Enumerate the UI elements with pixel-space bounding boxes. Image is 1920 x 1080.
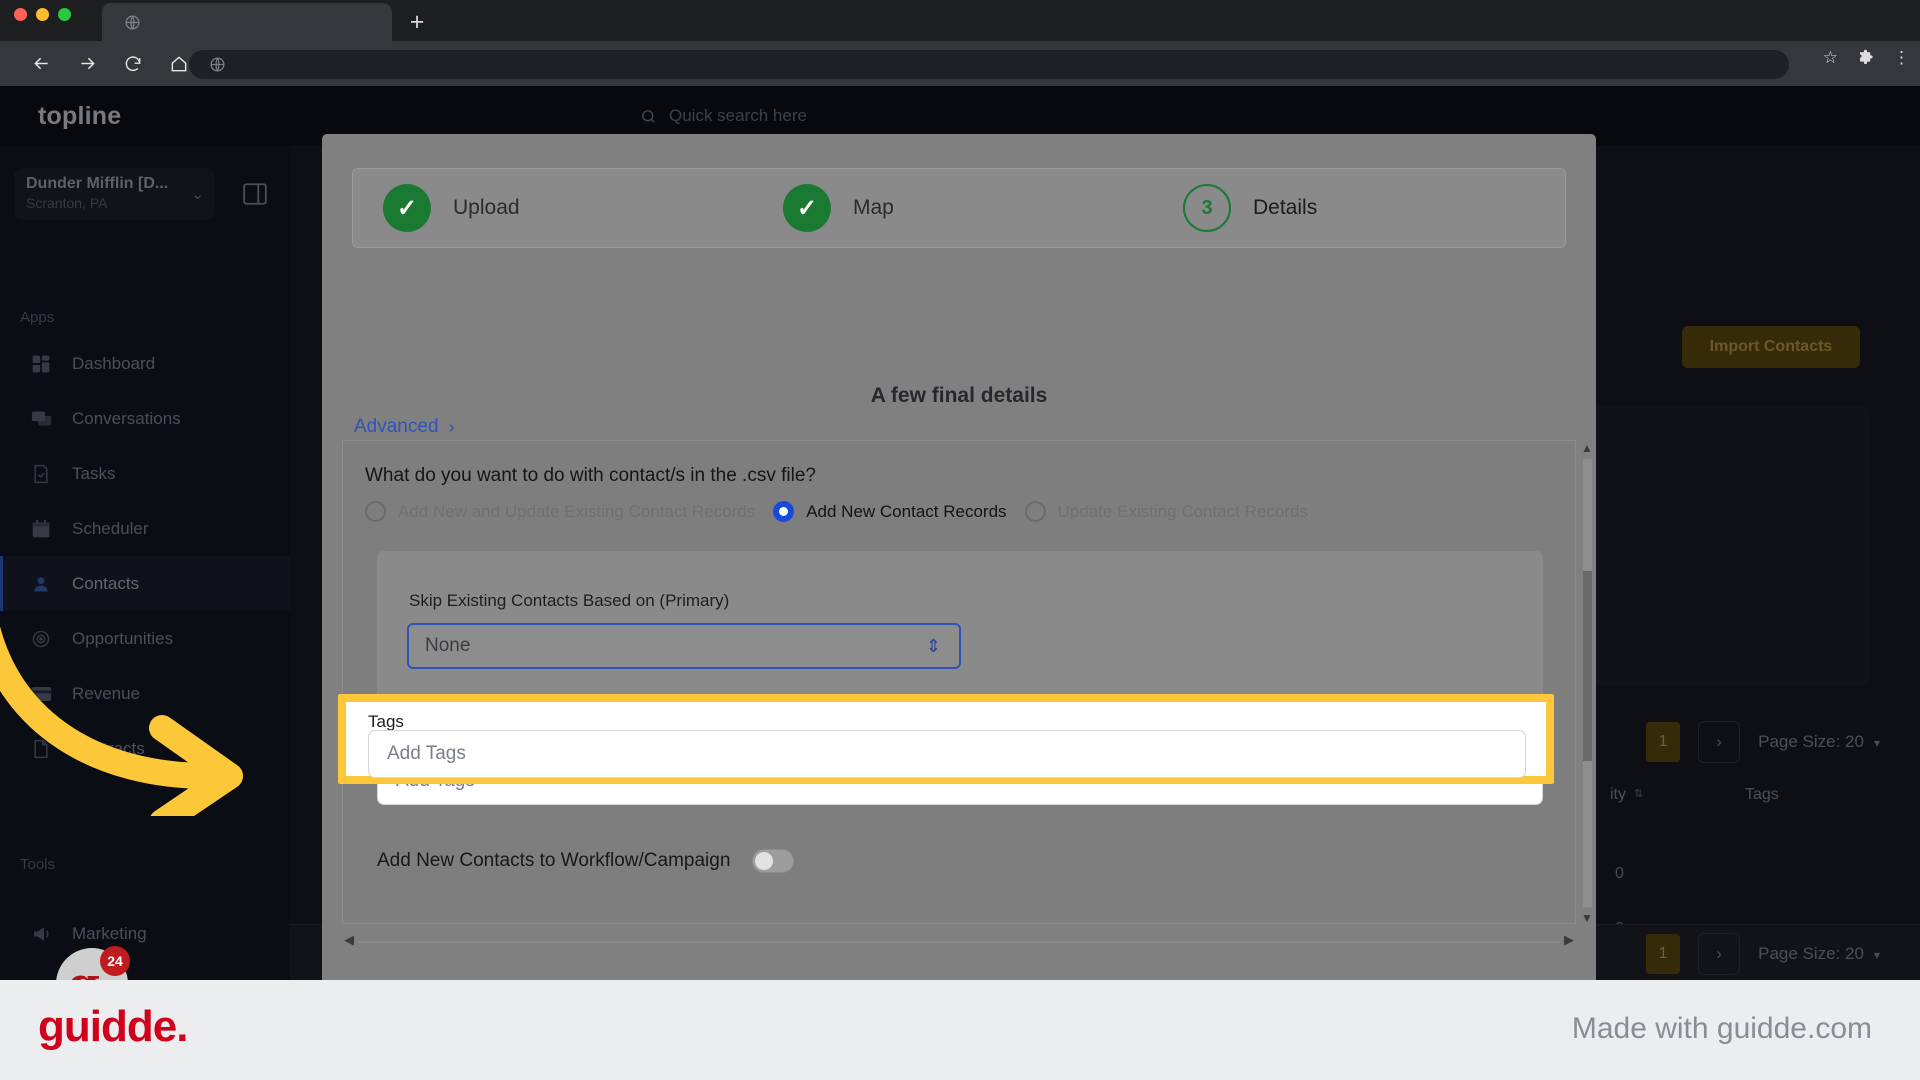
back-button[interactable] (22, 45, 60, 83)
maximize-window-button[interactable] (58, 8, 71, 21)
extensions-icon[interactable] (1856, 49, 1875, 68)
radio-indicator (1024, 501, 1046, 522)
radio-add-new-and-update[interactable]: Add New and Update Existing Contact Reco… (365, 501, 755, 522)
radio-label: Add New and Update Existing Contact Reco… (398, 501, 756, 521)
import-contacts-modal: ✓ Upload ✓ Map 3 Details A few final det… (322, 134, 1596, 980)
tags-placeholder: Add Tags (387, 743, 466, 764)
toggle-knob (755, 852, 774, 870)
highlight-tags-label: Tags (368, 712, 404, 731)
advanced-link[interactable]: Advanced › (354, 416, 455, 438)
guidde-footer: guidde. Made with guidde.com (0, 980, 1920, 1080)
skip-existing-select[interactable]: None ⇕ (407, 623, 961, 669)
step-label: Upload (453, 196, 520, 219)
tags-input-highlighted[interactable]: Add Tags (368, 730, 1526, 778)
minimize-window-button[interactable] (36, 8, 49, 21)
bookmark-star-icon[interactable]: ☆ (1823, 48, 1838, 68)
step-upload[interactable]: ✓ Upload (383, 184, 520, 232)
question-label: What do you want to do with contact/s in… (365, 465, 816, 486)
scroll-left-icon[interactable]: ◀ (344, 932, 354, 948)
application-window: topline Quick search here Ctrl + K ⚡ top… (0, 86, 1920, 980)
wizard-stepper: ✓ Upload ✓ Map 3 Details (352, 168, 1566, 248)
radio-label: Add New Contact Records (806, 501, 1007, 521)
skip-existing-panel: Skip Existing Contacts Based on (Primary… (377, 551, 1543, 713)
workflow-toggle[interactable] (752, 849, 795, 873)
guidde-logo: guidde. (38, 1002, 188, 1051)
advanced-label: Advanced (354, 416, 439, 437)
scroll-right-icon[interactable]: ▶ (1564, 932, 1574, 948)
browser-menu-icon[interactable]: ⋮ (1893, 48, 1910, 68)
radio-indicator (365, 501, 386, 522)
made-with-guidde: Made with guidde.com (1571, 1012, 1872, 1045)
scrollbar-track[interactable] (358, 941, 1560, 943)
step-details[interactable]: 3 Details (1183, 184, 1317, 232)
scroll-up-icon[interactable]: ▲ (1581, 441, 1593, 455)
scrollbar-thumb[interactable] (1583, 571, 1592, 761)
step-number: 3 (1183, 184, 1231, 232)
chevron-right-icon: › (448, 416, 455, 437)
browser-tabstrip: + (0, 0, 1920, 41)
import-mode-radio-group: Add New and Update Existing Contact Reco… (365, 501, 1308, 522)
radio-add-new[interactable]: Add New Contact Records (773, 501, 1007, 522)
skip-existing-value: None (425, 635, 471, 656)
skip-existing-label: Skip Existing Contacts Based on (Primary… (409, 591, 730, 610)
step-label: Details (1253, 196, 1318, 219)
radio-indicator (773, 501, 795, 522)
highlight-annotation: Tags Add Tags (338, 694, 1554, 784)
details-scroll-pane: What do you want to do with contact/s in… (342, 440, 1593, 925)
horizontal-scrollbar[interactable]: ◀ ▶ (342, 932, 1576, 954)
step-map[interactable]: ✓ Map (783, 184, 894, 232)
globe-icon (125, 14, 140, 30)
browser-actions: ☆ ⋮ (1823, 48, 1910, 68)
window-controls[interactable] (14, 8, 71, 21)
reload-button[interactable] (114, 45, 152, 83)
close-window-button[interactable] (14, 8, 27, 21)
guidde-step-count: 24 (100, 946, 130, 976)
new-tab-button[interactable]: + (400, 5, 434, 39)
radio-update-existing[interactable]: Update Existing Contact Records (1024, 501, 1308, 522)
check-icon: ✓ (383, 184, 431, 232)
address-bar[interactable] (189, 50, 1789, 79)
check-icon: ✓ (783, 184, 831, 232)
browser-tab[interactable] (102, 3, 392, 41)
chevron-updown-icon: ⇕ (925, 636, 941, 656)
globe-icon (210, 57, 225, 72)
forward-button[interactable] (68, 45, 106, 83)
browser-chrome: + ☆ ⋮ (0, 0, 1920, 86)
modal-title: A few final details (870, 384, 1048, 407)
step-label: Map (853, 196, 894, 219)
vertical-scrollbar[interactable]: ▲ ▼ (1579, 441, 1596, 925)
modal-actions: Cancel Back I confirm all contacts in th… (322, 972, 1596, 980)
scroll-down-icon[interactable]: ▼ (1581, 911, 1593, 925)
radio-label: Update Existing Contact Records (1057, 501, 1308, 521)
workflow-toggle-row: Add New Contacts to Workflow/Campaign (377, 849, 795, 873)
workflow-label: Add New Contacts to Workflow/Campaign (377, 850, 731, 871)
